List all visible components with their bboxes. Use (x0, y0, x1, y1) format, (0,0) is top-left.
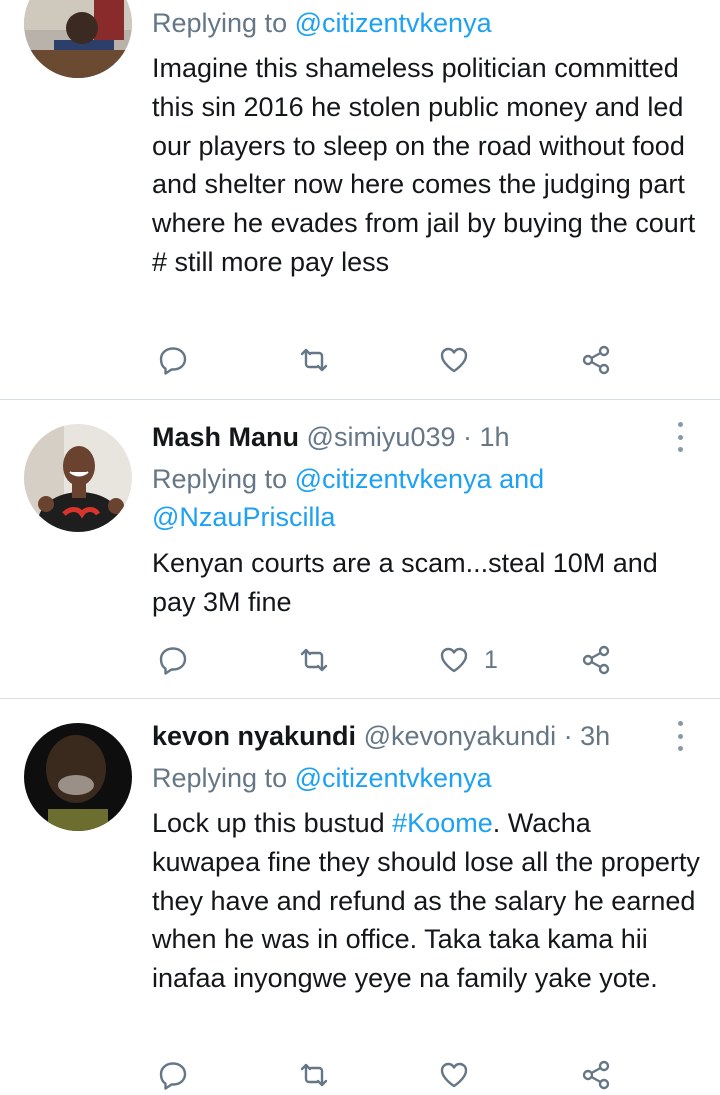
like-icon (440, 647, 468, 673)
like-button[interactable]: 1 (438, 640, 498, 680)
replying-to: Replying to @citizentvkenya (152, 4, 702, 42)
more-options-button[interactable] (668, 721, 692, 751)
like-icon (440, 1062, 468, 1088)
tweet-1[interactable]: Replying to @citizentvkenya Imagine this… (0, 0, 720, 398)
like-icon (440, 347, 468, 373)
reply-icon (159, 1062, 187, 1090)
avatar[interactable] (24, 424, 132, 532)
replying-to: Replying to @citizentvkenya (152, 759, 702, 797)
tweet-text: Kenyan courts are a scam...steal 10M and… (152, 548, 658, 617)
reply-button[interactable] (157, 340, 189, 380)
like-button[interactable] (438, 1055, 470, 1095)
display-name[interactable]: Mash Manu (152, 422, 299, 452)
avatar[interactable] (24, 723, 132, 831)
more-options-icon (677, 434, 683, 440)
mention-link[interactable]: @citizentvkenya (295, 8, 492, 38)
retweet-button[interactable] (298, 640, 330, 680)
tweet-actions: 1 (0, 640, 720, 680)
user-handle[interactable]: @simiyu039 (307, 422, 456, 452)
replying-to-label: Replying to (152, 8, 295, 38)
replying-to-label: Replying to (152, 464, 295, 494)
avatar-image (24, 424, 132, 532)
mention-link[interactable]: @citizentvkenya (295, 763, 492, 793)
retweet-icon (300, 1063, 328, 1087)
more-options-icon (677, 733, 683, 739)
more-options-icon (677, 721, 683, 726)
replying-to-label: Replying to (152, 763, 295, 793)
retweet-icon (300, 348, 328, 372)
reply-icon (159, 647, 187, 675)
tweet-text-part: Lock up this bustud (152, 808, 393, 838)
like-count: 1 (484, 645, 498, 674)
share-icon (582, 1060, 610, 1090)
reply-button[interactable] (157, 640, 189, 680)
display-name[interactable]: kevon nyakundi (152, 721, 356, 751)
avatar-image (24, 723, 132, 831)
timestamp: · 1h (463, 422, 510, 452)
replying-to: Replying to @citizentvkenya and @NzauPri… (152, 460, 702, 536)
avatar[interactable] (24, 0, 132, 78)
avatar-image (24, 0, 132, 78)
share-button[interactable] (580, 640, 612, 680)
tweet-header: kevon nyakundi @kevonyakundi · 3h (152, 719, 610, 753)
tweet-text: Imagine this shameless politician commit… (152, 53, 696, 277)
timestamp: · 3h (563, 721, 611, 751)
retweet-icon (300, 648, 328, 672)
more-options-icon (677, 746, 683, 751)
retweet-button[interactable] (298, 1055, 330, 1095)
more-options-icon (677, 447, 683, 452)
tweet-2[interactable]: Mash Manu @simiyu039 · 1h Replying to @c… (0, 400, 720, 698)
tweet-actions (0, 340, 720, 380)
tweet-3[interactable]: kevon nyakundi @kevonyakundi · 3h Replyi… (0, 699, 720, 1090)
mention-link[interactable]: @citizentvkenya (295, 464, 492, 494)
retweet-button[interactable] (298, 340, 330, 380)
reply-button[interactable] (157, 1055, 189, 1095)
replying-to-joiner: and (491, 464, 545, 494)
hashtag-link[interactable]: #Koome (392, 808, 493, 838)
tweet-text: Lock up this bustud #Koome. Wacha kuwape… (152, 804, 702, 998)
share-button[interactable] (580, 340, 612, 380)
more-options-icon (677, 422, 683, 427)
share-icon (582, 345, 610, 375)
reply-icon (159, 347, 187, 375)
user-handle[interactable]: @kevonyakundi (364, 721, 557, 751)
like-button[interactable] (438, 340, 470, 380)
tweet-header: Mash Manu @simiyu039 · 1h (152, 420, 510, 454)
share-button[interactable] (580, 1055, 612, 1095)
more-options-button[interactable] (668, 422, 692, 452)
mention-link[interactable]: @NzauPriscilla (152, 502, 335, 532)
share-icon (582, 645, 610, 675)
tweet-actions (0, 1055, 720, 1095)
